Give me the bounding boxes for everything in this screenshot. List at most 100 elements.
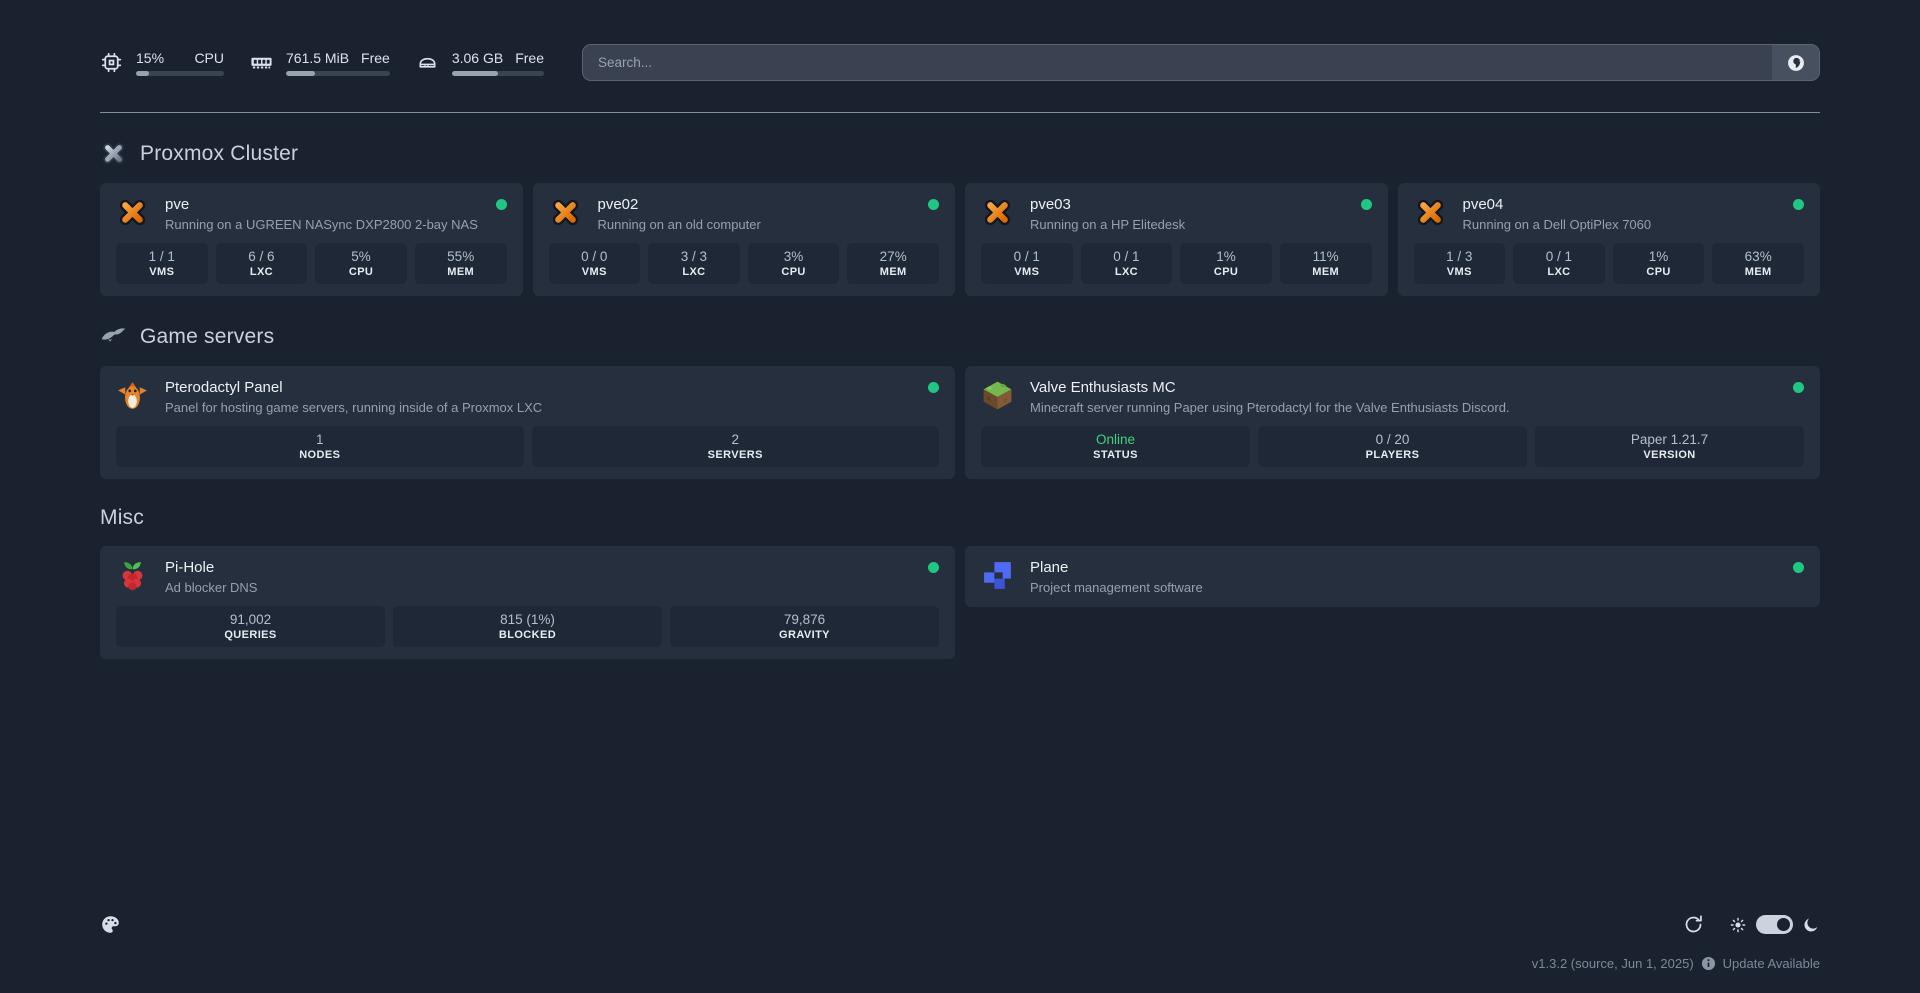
palette-button[interactable] xyxy=(100,914,121,935)
memory-icon xyxy=(250,51,273,74)
stat-value: 0 / 1 xyxy=(1113,249,1139,264)
stat-label: VMS xyxy=(1014,266,1039,278)
stat-value: 1 xyxy=(316,432,324,447)
monitor-progress-bar xyxy=(452,71,544,76)
sun-icon xyxy=(1729,916,1747,934)
stat-box: 0 / 20 PLAYERS xyxy=(1258,426,1527,467)
card-title: pve03 xyxy=(1030,196,1185,213)
stat-value: 79,876 xyxy=(784,612,825,627)
monitor-label: CPU xyxy=(194,50,224,66)
monitor-value: 761.5 MiB xyxy=(286,50,349,66)
service-card[interactable]: Pi-Hole Ad blocker DNS 91,002 QUERIES 81… xyxy=(100,546,955,659)
stat-value: 5% xyxy=(351,249,371,264)
proxmox-gray-icon xyxy=(100,140,127,167)
monitors-group: 15% CPU 761.5 MiB Free 3.06 GB Free xyxy=(100,50,544,76)
pterodactyl-icon xyxy=(116,379,149,412)
status-dot xyxy=(928,562,939,573)
stat-value: 1 / 3 xyxy=(1446,249,1472,264)
stat-box: 0 / 1 LXC xyxy=(1513,243,1605,284)
stat-value: 3% xyxy=(784,249,804,264)
palette-icon xyxy=(100,914,121,935)
stat-box: 1 NODES xyxy=(116,426,524,467)
stat-box: 1 / 3 VMS xyxy=(1414,243,1506,284)
stat-label: PLAYERS xyxy=(1366,449,1420,461)
stat-box: Paper 1.21.7 VERSION xyxy=(1535,426,1804,467)
version-text: v1.3.2 (source, Jun 1, 2025) xyxy=(1532,956,1694,971)
stat-box: 1% CPU xyxy=(1180,243,1272,284)
stat-box: 1% CPU xyxy=(1613,243,1705,284)
monitor-progress-fill xyxy=(452,71,498,76)
service-card[interactable]: pve03 Running on a HP Elitedesk 0 / 1 VM… xyxy=(965,183,1388,296)
dashboard-section: Misc Pi-Hole Ad blocker DNS 91,002 QUERI… xyxy=(100,506,1820,659)
stat-label: QUERIES xyxy=(224,629,276,641)
service-card[interactable]: Plane Project management software xyxy=(965,546,1820,607)
card-title: Pi-Hole xyxy=(165,559,257,576)
card-stats: 91,002 QUERIES 815 (1%) BLOCKED 79,876 G… xyxy=(116,606,939,647)
search-engine-button[interactable] xyxy=(1772,45,1819,80)
stat-value: Online xyxy=(1096,432,1135,447)
card-title: pve02 xyxy=(598,196,761,213)
card-description: Ad blocker DNS xyxy=(165,580,257,595)
stat-box: 55% MEM xyxy=(415,243,507,284)
service-card[interactable]: pve02 Running on an old computer 0 / 0 V… xyxy=(533,183,956,296)
stat-box: 6 / 6 LXC xyxy=(216,243,308,284)
service-card[interactable]: Valve Enthusiasts MC Minecraft server ru… xyxy=(965,366,1820,479)
stat-box: 63% MEM xyxy=(1712,243,1804,284)
refresh-icon xyxy=(1683,914,1704,935)
card-description: Running on a UGREEN NASync DXP2800 2-bay… xyxy=(165,217,478,232)
refresh-button[interactable] xyxy=(1683,914,1704,935)
update-available-link[interactable]: Update Available xyxy=(1723,956,1820,971)
card-grid: pve Running on a UGREEN NASync DXP2800 2… xyxy=(100,183,1820,296)
card-stats: 1 / 3 VMS 0 / 1 LXC 1% CPU 63% MEM xyxy=(1414,243,1805,284)
proxmox-icon xyxy=(116,196,149,229)
stat-value: 63% xyxy=(1745,249,1772,264)
stat-box: 1 / 1 VMS xyxy=(116,243,208,284)
stat-label: CPU xyxy=(781,266,805,278)
section-header: Proxmox Cluster xyxy=(100,140,1820,167)
stat-label: STATUS xyxy=(1093,449,1138,461)
proxmox-icon xyxy=(981,196,1014,229)
stat-value: 1% xyxy=(1216,249,1236,264)
stat-value: 1% xyxy=(1649,249,1669,264)
search-input[interactable] xyxy=(583,45,1772,80)
theme-toggle[interactable] xyxy=(1756,915,1793,934)
monitor-label: Free xyxy=(361,50,390,66)
stat-value: 1 / 1 xyxy=(149,249,175,264)
service-card[interactable]: pve Running on a UGREEN NASync DXP2800 2… xyxy=(100,183,523,296)
minecraft-icon xyxy=(981,379,1014,412)
footer: v1.3.2 (source, Jun 1, 2025) Update Avai… xyxy=(0,914,1920,993)
monitor-progress-fill xyxy=(286,71,315,76)
stat-value: 2 xyxy=(731,432,739,447)
cpu-icon xyxy=(100,51,123,74)
theme-toggle-knob xyxy=(1777,918,1790,931)
stat-value: 27% xyxy=(880,249,907,264)
stat-box: 27% MEM xyxy=(847,243,939,284)
status-dot xyxy=(1361,199,1372,210)
card-stats: 1 NODES 2 SERVERS xyxy=(116,426,939,467)
stat-label: VMS xyxy=(149,266,174,278)
status-dot xyxy=(928,382,939,393)
service-card[interactable]: Pterodactyl Panel Panel for hosting game… xyxy=(100,366,955,479)
status-dot xyxy=(496,199,507,210)
card-description: Running on a HP Elitedesk xyxy=(1030,217,1185,232)
monitor-progress-bar xyxy=(136,71,224,76)
section-header: Misc xyxy=(100,506,1820,530)
stat-box: 3 / 3 LXC xyxy=(648,243,740,284)
service-card[interactable]: pve04 Running on a Dell OptiPlex 7060 1 … xyxy=(1398,183,1821,296)
proxmox-icon xyxy=(1414,196,1447,229)
stat-box: 0 / 0 VMS xyxy=(549,243,641,284)
card-description: Panel for hosting game servers, running … xyxy=(165,400,542,415)
monitor-progress-bar xyxy=(286,71,390,76)
card-stats: 0 / 0 VMS 3 / 3 LXC 3% CPU 27% MEM xyxy=(549,243,940,284)
stat-label: MEM xyxy=(1312,266,1339,278)
stat-label: BLOCKED xyxy=(499,629,556,641)
card-title: pve04 xyxy=(1463,196,1652,213)
card-grid: Pterodactyl Panel Panel for hosting game… xyxy=(100,366,1820,479)
stat-label: CPU xyxy=(349,266,373,278)
dashboard-section: Proxmox Cluster pve Running on a UGREEN … xyxy=(100,140,1820,296)
card-description: Project management software xyxy=(1030,580,1203,595)
stat-label: MEM xyxy=(447,266,474,278)
stat-value: 3 / 3 xyxy=(681,249,707,264)
disk-icon xyxy=(416,51,439,74)
status-dot xyxy=(1793,199,1804,210)
